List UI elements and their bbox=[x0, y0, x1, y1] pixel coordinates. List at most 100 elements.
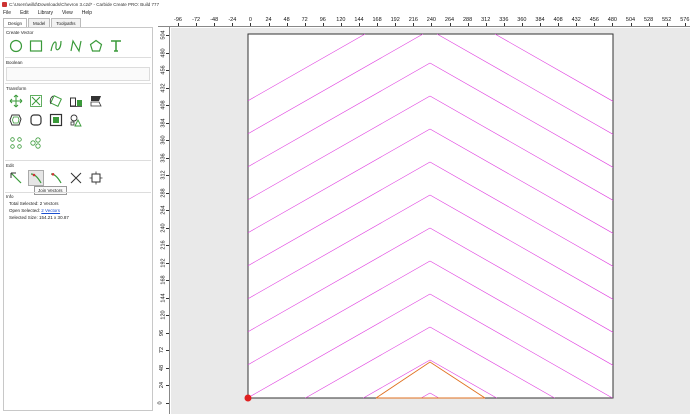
ruler-tick-label: 72 bbox=[159, 346, 166, 354]
ruler-tick bbox=[485, 23, 487, 26]
mirror-icon[interactable] bbox=[88, 93, 104, 109]
ruler-tick-label: 0 bbox=[157, 400, 164, 405]
rectangle-icon[interactable] bbox=[28, 38, 44, 54]
transform-label: Transform bbox=[6, 86, 27, 91]
ruler-tick bbox=[413, 23, 415, 26]
tab-toolpaths[interactable]: Toolpaths bbox=[51, 18, 81, 27]
node-edit-icon[interactable] bbox=[8, 170, 24, 186]
ruler-tick bbox=[166, 315, 169, 316]
ruler-tick bbox=[214, 23, 216, 26]
ruler-tick bbox=[166, 245, 169, 246]
tab-model[interactable]: Model bbox=[28, 18, 51, 27]
window-title: C:\Users\willd\Downloads\Chevron 3.c2d* … bbox=[9, 2, 160, 7]
ruler-tick bbox=[166, 227, 169, 229]
align-icon[interactable] bbox=[68, 93, 84, 109]
rotate-icon[interactable] bbox=[48, 93, 64, 109]
ruler-tick bbox=[630, 23, 632, 26]
circular-array-icon[interactable] bbox=[8, 135, 24, 151]
ruler-tick bbox=[166, 122, 169, 124]
offset-icon[interactable] bbox=[8, 112, 24, 128]
tooltip: Join Vectors bbox=[34, 186, 67, 195]
total-selected-value: 2 Vectors bbox=[39, 201, 59, 206]
text-icon[interactable] bbox=[108, 38, 124, 54]
edit-label: Edit bbox=[6, 163, 14, 168]
bounding-box-icon[interactable] bbox=[88, 170, 104, 186]
ruler-tick bbox=[178, 23, 179, 26]
ruler-tick bbox=[232, 23, 234, 26]
inset-icon[interactable] bbox=[48, 112, 64, 128]
info-label: Info bbox=[6, 194, 14, 199]
tab-design[interactable]: Design bbox=[3, 18, 28, 27]
menu-view[interactable]: View bbox=[62, 10, 73, 16]
ruler-tick bbox=[166, 105, 169, 106]
polyline-icon[interactable] bbox=[68, 38, 84, 54]
ruler-tick bbox=[166, 297, 169, 299]
menu-library[interactable]: Library bbox=[38, 10, 53, 16]
ruler-tick bbox=[540, 23, 541, 26]
ruler-tick bbox=[340, 23, 342, 26]
selected-size-value: 154.21 x 30.87 bbox=[39, 215, 69, 220]
design-canvas[interactable] bbox=[171, 28, 690, 414]
ruler-tick-label: 96 bbox=[159, 329, 166, 336]
ruler-tick bbox=[594, 23, 596, 26]
join-vectors-icon[interactable] bbox=[28, 170, 44, 186]
create-vector-label: Create Vector bbox=[6, 30, 34, 35]
horizontal-ruler: -96 -72 -48 -24 0 24 48 72 96 120 144 168 192 216 240 2… bbox=[158, 14, 690, 27]
scale-icon[interactable] bbox=[28, 93, 44, 109]
move-icon[interactable] bbox=[8, 93, 24, 109]
vertical-ruler: 504 480 456 432 408 384 360 336 312 288 264 240 216 1… bbox=[158, 27, 170, 414]
boolean-box bbox=[6, 67, 150, 81]
ruler-tick bbox=[166, 52, 169, 54]
ruler-tick-label: 24 bbox=[159, 381, 166, 389]
ruler-tick bbox=[166, 350, 169, 351]
menu-edit[interactable]: Edit bbox=[20, 10, 29, 16]
ruler-tick bbox=[166, 367, 169, 369]
ruler-tick bbox=[503, 23, 505, 26]
open-selected-label: Open Selected: bbox=[9, 208, 41, 213]
ruler-tick bbox=[666, 23, 668, 26]
ruler-tick bbox=[166, 87, 169, 89]
ruler-tick-label: 48 bbox=[159, 364, 166, 371]
ruler-tick bbox=[250, 23, 252, 26]
ruler-tick bbox=[166, 332, 169, 334]
polygon-icon[interactable] bbox=[88, 38, 104, 54]
divider bbox=[5, 83, 151, 84]
mode-tabs: Design Model Toolpaths bbox=[3, 18, 82, 27]
circle-icon[interactable] bbox=[8, 38, 24, 54]
total-selected-label: Total Selected: bbox=[9, 201, 39, 206]
trim-icon[interactable] bbox=[48, 170, 64, 186]
distribute-icon[interactable] bbox=[28, 135, 44, 151]
menu-file[interactable]: File bbox=[3, 10, 11, 16]
ruler-tick bbox=[558, 23, 560, 26]
ruler-tick bbox=[431, 23, 433, 26]
ruler-tick bbox=[268, 23, 270, 26]
array-icon[interactable] bbox=[68, 112, 84, 128]
ruler-tick bbox=[612, 23, 614, 26]
ruler-tick bbox=[166, 35, 169, 36]
total-selected: Total Selected: 2 Vectors bbox=[9, 201, 59, 206]
ruler-tick bbox=[304, 23, 306, 26]
stock-outline[interactable] bbox=[247, 33, 614, 399]
fillet-icon[interactable] bbox=[28, 112, 44, 128]
canvas-svg[interactable] bbox=[171, 28, 690, 414]
ruler-tick bbox=[395, 23, 397, 26]
cut-icon[interactable] bbox=[68, 170, 84, 186]
title-bar: C:\Users\willd\Downloads\Chevron 3.c2d* … bbox=[0, 0, 690, 9]
ruler-tick bbox=[576, 23, 578, 26]
origin-marker bbox=[244, 394, 252, 402]
ruler-tick bbox=[166, 140, 169, 141]
open-selected-link[interactable]: 2 Vectors bbox=[41, 208, 60, 213]
ruler-tick bbox=[359, 23, 360, 26]
open-selected: Open Selected: 2 Vectors bbox=[9, 208, 60, 213]
ruler-tick bbox=[166, 175, 169, 176]
selected-size: Selected Size: 154.21 x 30.87 bbox=[9, 215, 69, 220]
ruler-tick bbox=[648, 23, 650, 26]
ruler-tick bbox=[166, 192, 169, 194]
curve-icon[interactable] bbox=[48, 38, 64, 54]
ruler-tick bbox=[196, 23, 198, 26]
selected-size-label: Selected Size: bbox=[9, 215, 38, 220]
ruler-tick bbox=[286, 23, 288, 26]
ruler-tick bbox=[166, 280, 169, 281]
ruler-tick bbox=[166, 157, 169, 159]
menu-help[interactable]: Help bbox=[82, 10, 92, 16]
